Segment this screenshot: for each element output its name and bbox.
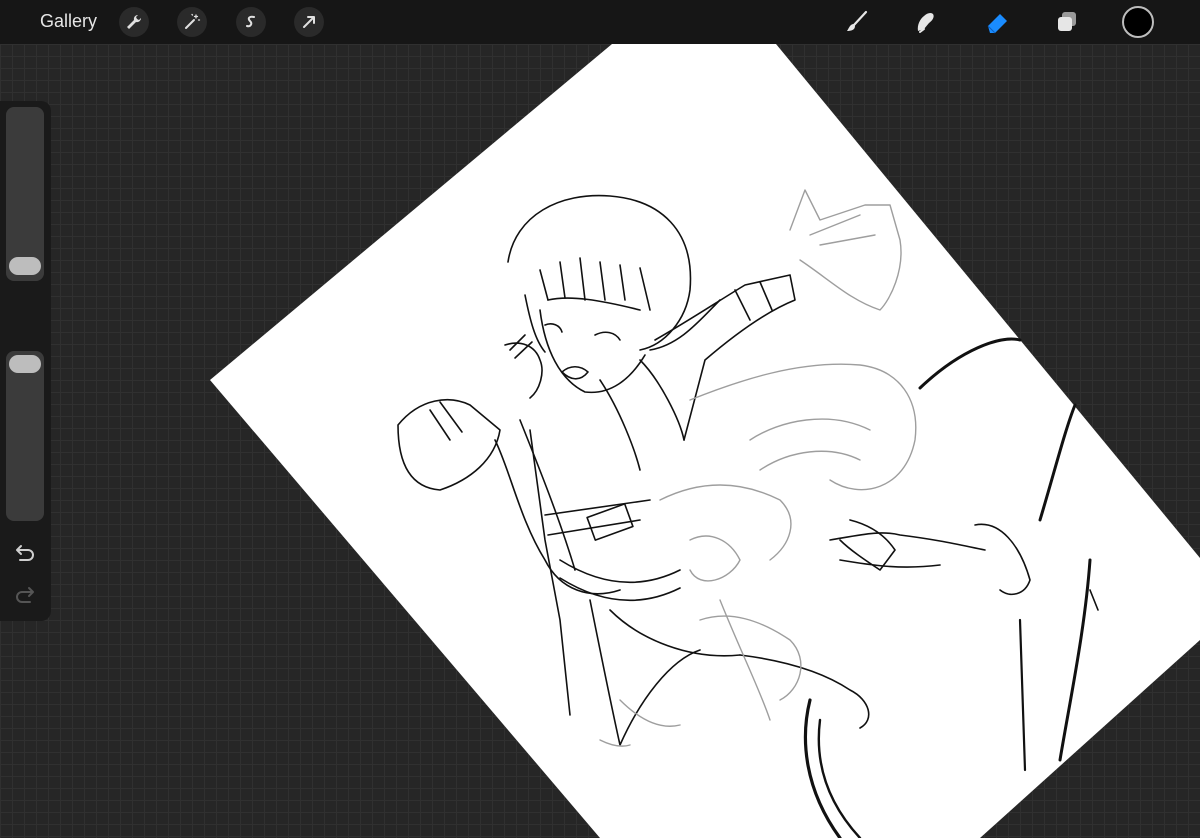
top-toolbar: Gallery	[0, 0, 1200, 44]
eraser-icon	[987, 14, 1007, 34]
layers-button[interactable]	[1050, 5, 1084, 39]
selection-icon	[246, 15, 255, 28]
wrench-icon	[127, 14, 142, 29]
brush-size-slider[interactable]	[6, 107, 44, 281]
adjustments-button[interactable]	[177, 7, 207, 37]
undo-icon[interactable]	[12, 544, 38, 566]
layers-icon	[1058, 12, 1076, 31]
transform-button[interactable]	[294, 7, 324, 37]
actions-button[interactable]	[119, 7, 149, 37]
canvas-page	[210, 44, 1200, 838]
opacity-slider[interactable]	[6, 351, 44, 521]
gallery-button[interactable]: Gallery	[40, 11, 97, 32]
redo-icon[interactable]	[12, 586, 38, 608]
smudge-tool-button[interactable]	[908, 5, 942, 39]
color-picker[interactable]	[1122, 6, 1154, 38]
opacity-thumb[interactable]	[9, 355, 41, 373]
magic-wand-icon	[185, 13, 201, 29]
brush-size-thumb[interactable]	[9, 257, 41, 275]
eraser-tool-button[interactable]	[980, 5, 1014, 39]
left-sidebar	[0, 101, 51, 621]
transform-arrow-icon	[303, 16, 315, 28]
drawing-canvas[interactable]	[0, 44, 1200, 838]
brush-icon	[847, 10, 868, 31]
selection-button[interactable]	[236, 7, 266, 37]
smudge-icon	[917, 12, 934, 33]
brush-tool-button[interactable]	[840, 5, 874, 39]
